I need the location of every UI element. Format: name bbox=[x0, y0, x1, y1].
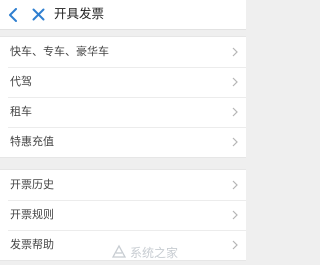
chevron-right-icon bbox=[232, 180, 238, 190]
chevron-right-icon bbox=[232, 107, 238, 117]
chevron-right-icon bbox=[232, 137, 238, 147]
navigation-bar: 开具发票 bbox=[0, 0, 246, 30]
chevron-right-icon bbox=[232, 77, 238, 87]
chevron-right-icon bbox=[232, 210, 238, 220]
menu-item-label: 特惠充值 bbox=[10, 135, 54, 148]
menu-item-invoice-history[interactable]: 开票历史 bbox=[0, 170, 246, 200]
back-arrow-icon[interactable] bbox=[7, 8, 19, 22]
menu-item-label: 租车 bbox=[10, 105, 32, 118]
chevron-right-icon bbox=[232, 47, 238, 57]
menu-item-label: 发票帮助 bbox=[10, 238, 54, 251]
menu-item-label: 开票规则 bbox=[10, 208, 54, 221]
ride-type-list: 快车、专车、豪华车 代驾 租车 特惠充值 bbox=[0, 36, 246, 158]
page-title: 开具发票 bbox=[54, 6, 105, 21]
menu-item-car-rental[interactable]: 租车 bbox=[0, 97, 246, 127]
menu-item-label: 快车、专车、豪华车 bbox=[10, 45, 109, 58]
menu-item-label: 代驾 bbox=[10, 75, 32, 88]
menu-item-designated-driver[interactable]: 代驾 bbox=[0, 67, 246, 97]
menu-item-discount-recharge[interactable]: 特惠充值 bbox=[0, 127, 246, 157]
menu-item-invoice-rules[interactable]: 开票规则 bbox=[0, 200, 246, 230]
menu-item-express-premium-luxury[interactable]: 快车、专车、豪华车 bbox=[0, 37, 246, 67]
watermark-text: 系统之家 bbox=[130, 245, 178, 260]
menu-item-label: 开票历史 bbox=[10, 178, 54, 191]
close-icon[interactable] bbox=[32, 8, 45, 21]
watermark-logo: 系统之家 bbox=[111, 244, 178, 260]
